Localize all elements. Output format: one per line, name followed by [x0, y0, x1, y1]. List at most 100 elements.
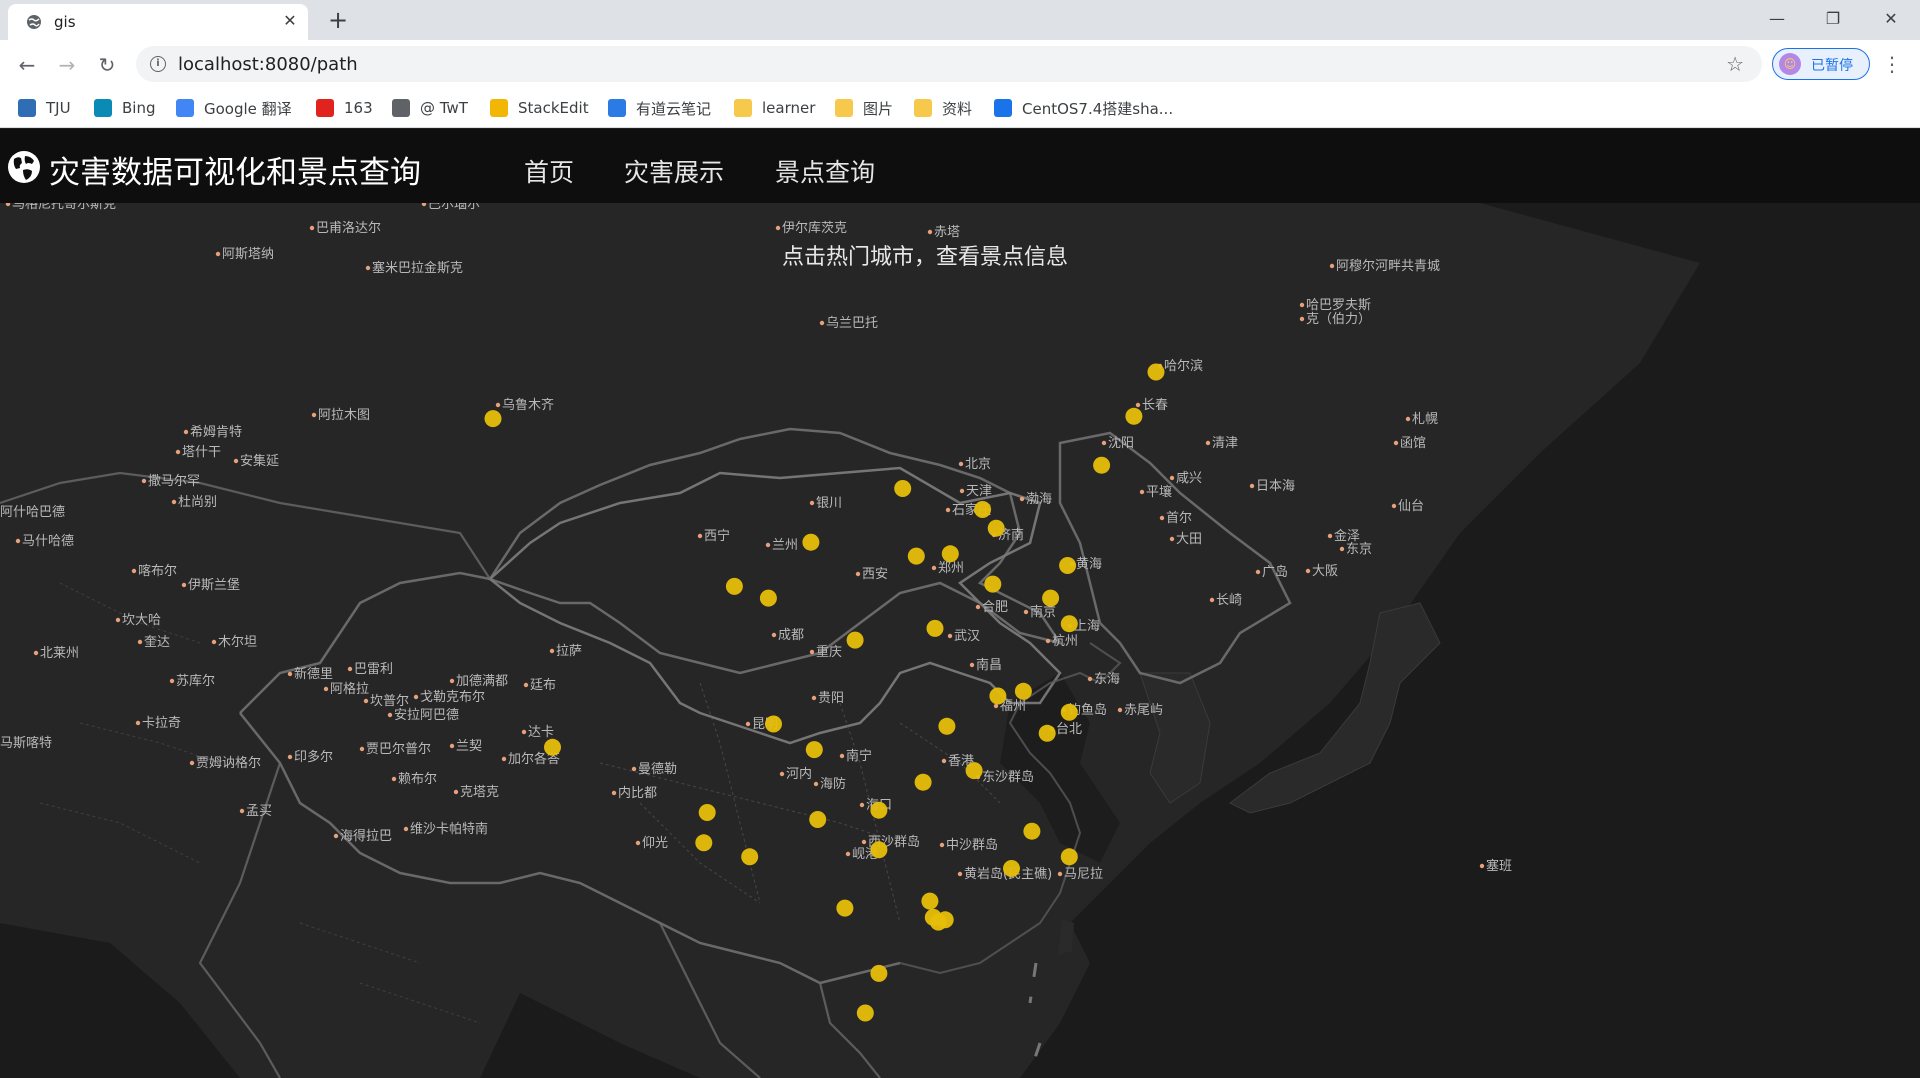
city-point[interactable]	[938, 717, 956, 735]
folder-icon	[734, 99, 752, 117]
city-point[interactable]	[1060, 703, 1078, 721]
city-point[interactable]	[759, 589, 777, 607]
place-dot	[839, 753, 845, 759]
bookmark-item[interactable]: learner	[734, 96, 815, 120]
city-point[interactable]	[989, 687, 1007, 705]
place-dot	[115, 617, 121, 623]
place-dot	[403, 826, 409, 832]
back-arrow-icon[interactable]: ←	[12, 50, 42, 80]
place-label: 安拉阿巴德	[394, 708, 459, 723]
place-dot	[523, 682, 529, 688]
bookmark-item[interactable]: TJU	[18, 96, 71, 120]
map-canvas[interactable]: 马格尼托哥尔斯克 巴尔瑙尔 巴甫洛达尔 伊尔库茨克 赤塔 阿斯塔纳 塞米巴拉金斯克 阿穆尔河畔…	[0, 203, 1920, 1078]
place-label: 台北	[1056, 722, 1082, 737]
city-point[interactable]	[941, 545, 959, 563]
place-label: 赖布尔	[398, 772, 437, 787]
city-point[interactable]	[1060, 615, 1078, 633]
nav-home[interactable]: 首页	[524, 153, 574, 189]
avatar: ☺	[1779, 53, 1801, 75]
place-dot	[1087, 676, 1093, 682]
place-dot	[1135, 402, 1141, 408]
city-point[interactable]	[846, 631, 864, 649]
city-point[interactable]	[1038, 724, 1056, 742]
city-point[interactable]	[765, 715, 782, 733]
city-point[interactable]	[805, 741, 823, 759]
city-point[interactable]	[802, 533, 820, 551]
place-label: 加德满都	[456, 674, 508, 689]
bookmark-item[interactable]: 资料	[914, 96, 972, 120]
place-label: 平壤	[1146, 484, 1172, 500]
address-bar[interactable]: i localhost:8080/path ☆	[136, 46, 1762, 82]
city-point[interactable]	[698, 804, 716, 821]
place-label: 木尔坦	[218, 635, 257, 650]
city-point[interactable]	[1023, 822, 1041, 840]
reload-icon[interactable]: ↻	[92, 50, 122, 80]
place-label: 大田	[1176, 532, 1202, 547]
city-point[interactable]	[984, 575, 1002, 593]
city-point[interactable]	[926, 619, 944, 637]
city-point[interactable]	[870, 841, 888, 859]
place-dot	[1023, 609, 1029, 615]
bookmark-item[interactable]: 163	[316, 96, 373, 120]
city-point[interactable]	[809, 811, 827, 828]
place-label: 北京	[965, 457, 991, 472]
city-point[interactable]	[544, 738, 561, 756]
city-point[interactable]	[1125, 407, 1143, 425]
city-point[interactable]	[929, 913, 947, 931]
new-tab-button[interactable]: +	[324, 6, 352, 34]
place-label: 印多尔	[294, 749, 333, 765]
nav-attractions[interactable]: 景点查询	[775, 153, 875, 189]
city-point[interactable]	[856, 1004, 874, 1022]
city-point[interactable]	[484, 410, 502, 428]
bookmark-label: CentOS7.4搭建sha...	[1022, 99, 1174, 118]
bookmark-item[interactable]: 有道云笔记	[608, 96, 711, 120]
place-dot	[449, 743, 455, 749]
city-point[interactable]	[741, 848, 759, 866]
city-point[interactable]	[1147, 363, 1165, 381]
bookmark-item[interactable]: StackEdit	[490, 96, 589, 120]
city-point[interactable]	[1014, 682, 1032, 700]
place-dot	[809, 649, 815, 655]
city-point[interactable]	[894, 480, 912, 497]
city-point[interactable]	[725, 577, 743, 595]
city-point[interactable]	[921, 892, 939, 910]
city-point[interactable]	[1093, 456, 1111, 474]
bookmark-item[interactable]: Bing	[94, 96, 156, 120]
city-point[interactable]	[836, 899, 854, 917]
bookmark-item[interactable]: Google 翻译	[176, 96, 292, 120]
place-dot	[501, 756, 507, 762]
city-point[interactable]	[870, 801, 888, 819]
city-point[interactable]	[987, 519, 1005, 537]
place-dot	[333, 833, 339, 839]
profile-button[interactable]: ☺ 已暂停	[1772, 48, 1870, 80]
browser-tab[interactable]: gis ✕	[8, 4, 308, 40]
bookmark-item[interactable]: @ TwT	[392, 96, 468, 120]
city-point[interactable]	[1003, 860, 1020, 877]
bookmark-star-icon[interactable]: ☆	[1726, 52, 1744, 76]
city-point[interactable]	[914, 773, 932, 791]
minimize-icon[interactable]: —	[1754, 4, 1800, 34]
place-label: 奎达	[144, 635, 170, 650]
menu-dots-icon[interactable]: ⋮	[1882, 50, 1902, 78]
city-point[interactable]	[974, 501, 992, 518]
bookmark-item[interactable]: CentOS7.4搭建sha...	[994, 96, 1173, 120]
city-point[interactable]	[870, 964, 888, 982]
window-close-icon[interactable]: ✕	[1868, 4, 1914, 34]
info-icon[interactable]: i	[150, 56, 166, 72]
forward-arrow-icon[interactable]: →	[52, 50, 82, 80]
city-point[interactable]	[1060, 848, 1078, 866]
city-point[interactable]	[965, 762, 983, 780]
map-svg[interactable]: 马格尼托哥尔斯克 巴尔瑙尔巴甫洛达尔 伊尔库茨克 赤塔阿斯塔纳塞米巴拉金斯克 阿穆尔河畔…	[0, 203, 1920, 1078]
city-point[interactable]	[1059, 557, 1077, 574]
nav-disasters[interactable]: 灾害展示	[624, 153, 724, 189]
city-point[interactable]	[907, 547, 925, 565]
place-label: 巴甫洛达尔	[316, 221, 381, 236]
city-point[interactable]	[695, 834, 713, 852]
place-label: 克塔克	[460, 785, 499, 800]
restore-icon[interactable]: ❐	[1810, 4, 1856, 34]
city-point[interactable]	[1042, 589, 1060, 607]
bookmark-item[interactable]: 图片	[835, 96, 893, 120]
url-text[interactable]: localhost:8080/path	[178, 54, 358, 75]
site-header: 灾害数据可视化和景点查询 首页 灾害展示 景点查询	[0, 129, 1920, 203]
close-icon[interactable]: ✕	[280, 11, 300, 30]
